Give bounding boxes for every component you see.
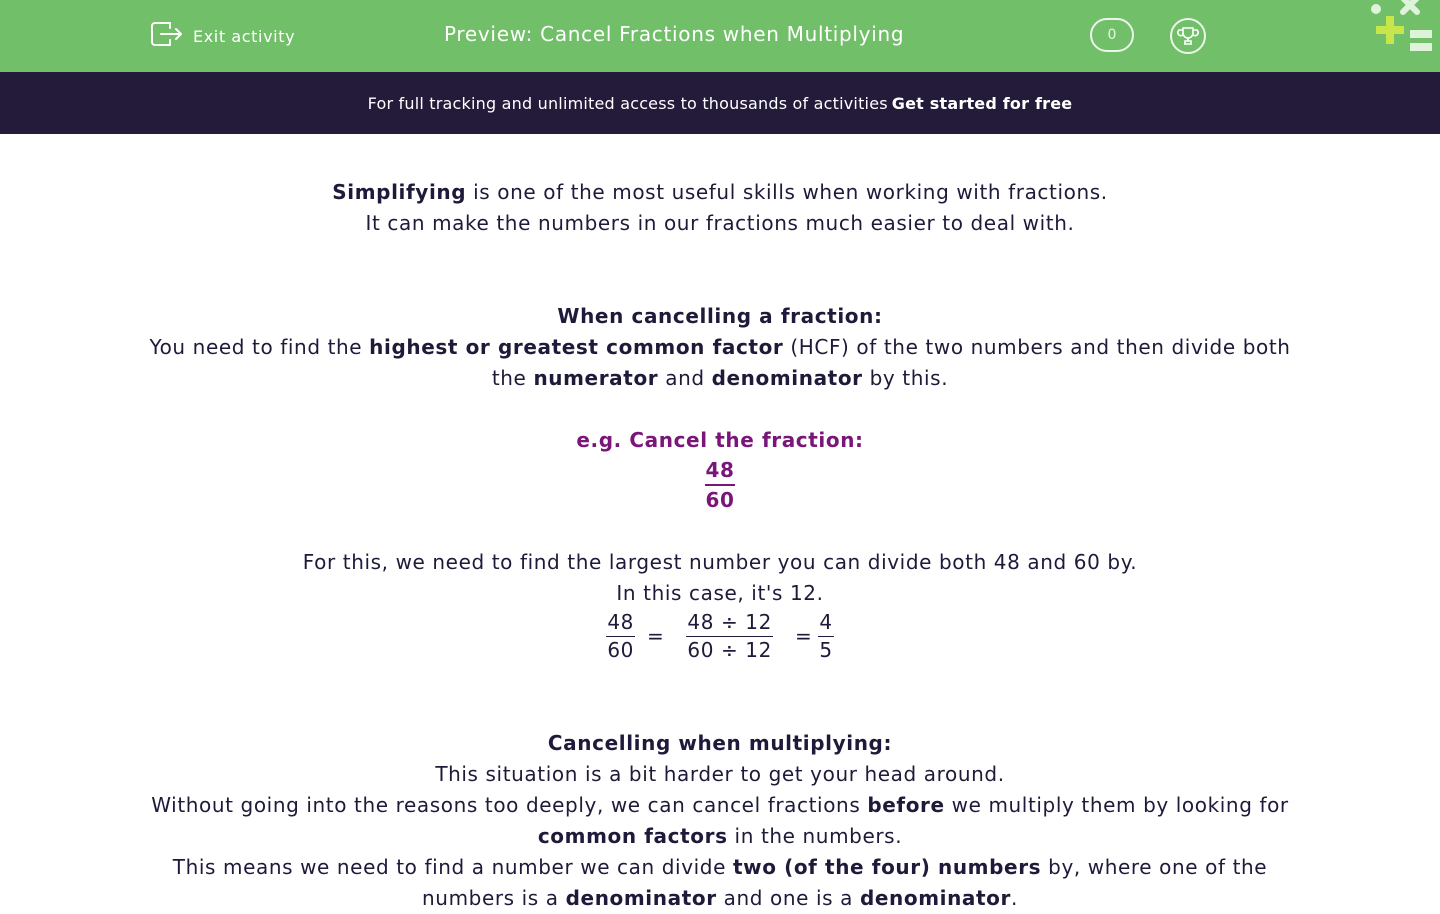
top-bar: Exit activity Preview: Cancel Fractions … <box>0 0 1440 72</box>
signup-banner: For full tracking and unlimited access t… <box>0 72 1440 134</box>
multiplying-line-5: numbers is a denominator and one is a de… <box>0 883 1440 914</box>
banner-text: For full tracking and unlimited access t… <box>367 93 888 113</box>
cancelling-heading: When cancelling a fraction: <box>557 304 883 328</box>
text-segment: This means we need to find a number we c… <box>172 855 733 879</box>
numerator-term: numerator <box>533 366 659 390</box>
multiplying-line-3: common factors in the numbers. <box>0 821 1440 852</box>
example-numerator: 48 <box>705 456 735 486</box>
two-numbers-term: two (of the four) numbers <box>732 855 1042 879</box>
explanation-line-2: In this case, it's 12. <box>616 581 824 605</box>
equals-sign: = <box>647 624 665 648</box>
simplifying-term: Simplifying <box>332 180 467 204</box>
get-started-link[interactable]: Get started for free <box>892 94 1073 113</box>
cancelling-line-2: the numerator and denominator by this. <box>0 363 1440 394</box>
example-denominator: 60 <box>705 488 735 512</box>
fraction-result: 4 5 <box>818 609 834 664</box>
fraction-denominator: 5 <box>819 638 833 662</box>
fraction-numerator: 4 <box>818 609 834 637</box>
equals-sign: = <box>794 624 813 648</box>
multiplying-line-2: Without going into the reasons too deepl… <box>0 790 1440 821</box>
text-segment: and one is a <box>716 886 860 910</box>
multiplying-line-1: This situation is a bit harder to get yo… <box>435 762 1005 786</box>
cancelling-line-1: You need to find the highest or greatest… <box>0 332 1440 363</box>
fraction-original: 48 60 <box>606 609 636 664</box>
denominator-term: denominator <box>565 886 717 910</box>
text-segment: . <box>1011 886 1018 910</box>
denominator-term: denominator <box>859 886 1011 910</box>
text-segment: by, where one of the <box>1041 855 1268 879</box>
example-fraction: 48 60 <box>705 456 735 514</box>
text-segment: by this. <box>862 366 949 390</box>
trophy-icon <box>1177 27 1199 45</box>
explanation-line-1: For this, we need to find the largest nu… <box>302 550 1138 574</box>
intro-line-1: Simplifying is one of the most useful sk… <box>0 177 1440 208</box>
fraction-equation: 48 60 = 48 ÷ 12 60 ÷ 12 = 4 5 <box>0 609 1440 664</box>
fraction-denominator: 60 ÷ 12 <box>687 638 772 662</box>
text-segment: You need to find the <box>149 335 370 359</box>
page-title: Preview: Cancel Fractions when Multiplyi… <box>444 22 905 46</box>
text-segment: numbers is a <box>422 886 566 910</box>
exit-icon <box>150 19 183 53</box>
hcf-term: highest or greatest common factor <box>369 335 784 359</box>
score-badge: 0 <box>1090 18 1134 52</box>
text-segment: (HCF) of the two numbers and then divide… <box>783 335 1291 359</box>
text-segment: and <box>658 366 712 390</box>
fraction-numerator: 48 <box>606 609 636 637</box>
trophy-button[interactable] <box>1170 18 1206 54</box>
exit-activity-button[interactable]: Exit activity <box>150 20 295 52</box>
denominator-term: denominator <box>711 366 863 390</box>
exit-activity-label: Exit activity <box>193 26 296 46</box>
multiplying-heading: Cancelling when multiplying: <box>547 731 893 755</box>
text-segment: Without going into the reasons too deepl… <box>151 793 868 817</box>
intro-line-1-text: is one of the most useful skills when wo… <box>466 180 1108 204</box>
common-factors-term: common factors <box>537 824 728 848</box>
text-segment: the <box>491 366 534 390</box>
text-segment: we multiply them by looking for <box>944 793 1289 817</box>
multiplying-line-4: This means we need to find a number we c… <box>0 852 1440 883</box>
fraction-division: 48 ÷ 12 60 ÷ 12 <box>686 609 773 664</box>
before-term: before <box>867 793 945 817</box>
logo-icon <box>1371 0 1432 51</box>
text-segment: in the numbers. <box>727 824 903 848</box>
fraction-denominator: 60 <box>607 638 635 662</box>
lesson-content: Simplifying is one of the most useful sk… <box>0 134 1440 914</box>
example-heading: e.g. Cancel the fraction: <box>576 428 864 452</box>
intro-line-2: It can make the numbers in our fractions… <box>365 211 1075 235</box>
fraction-numerator: 48 ÷ 12 <box>686 609 773 637</box>
